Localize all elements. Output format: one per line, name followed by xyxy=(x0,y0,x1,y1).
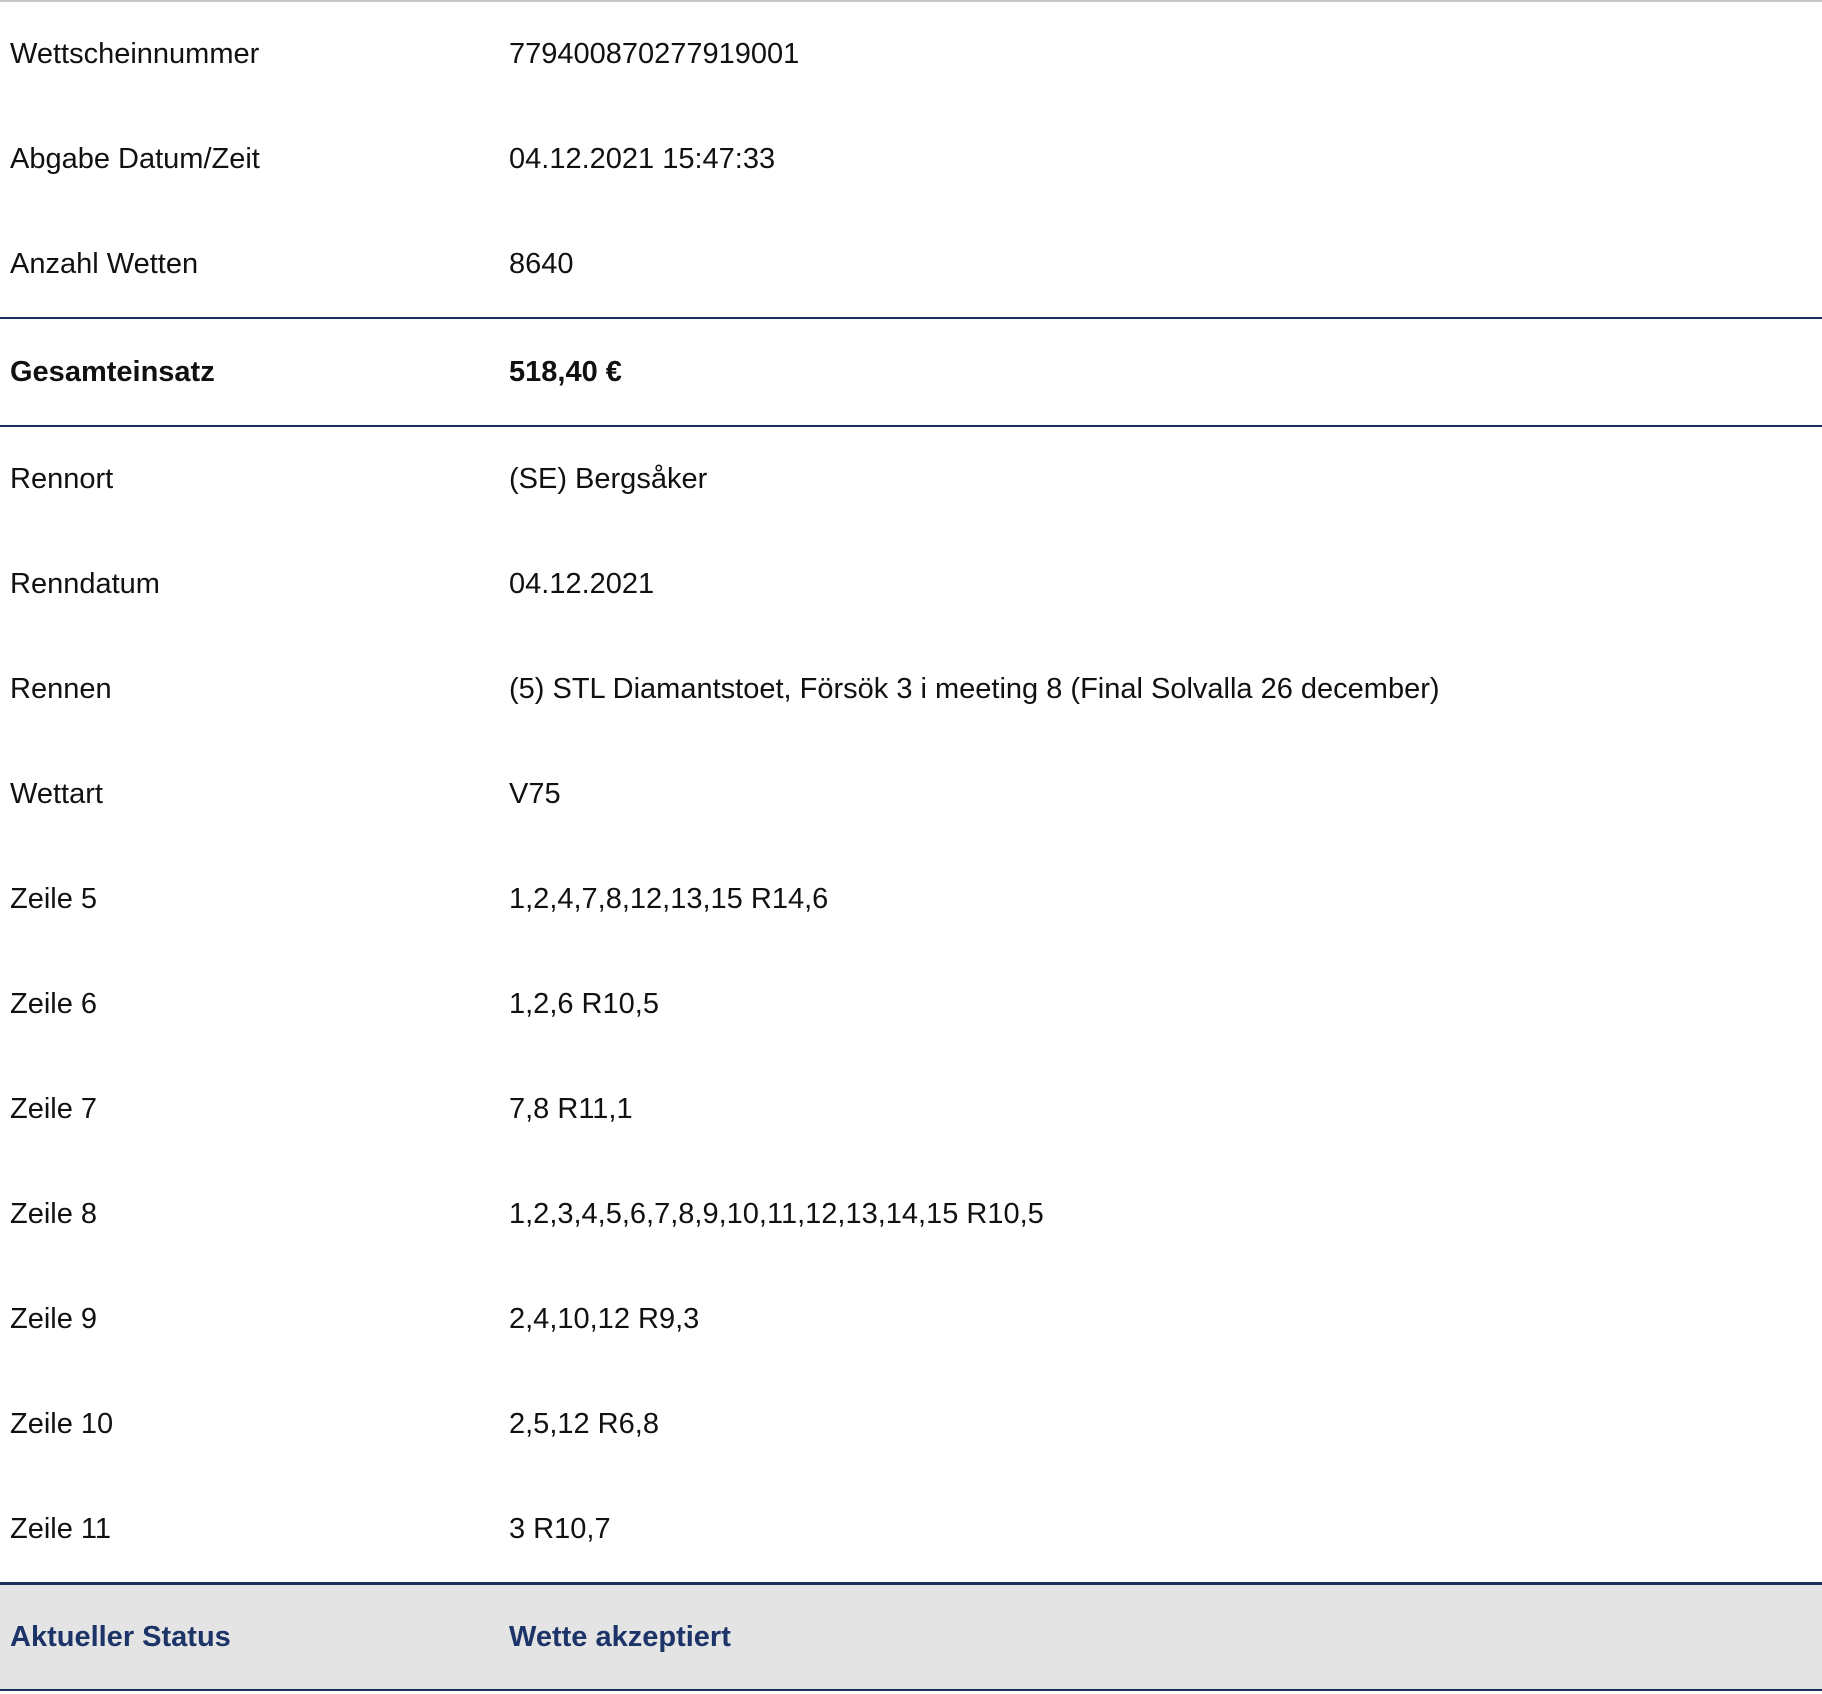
status-badge: Wette akzeptiert xyxy=(509,1620,731,1653)
line-6-value: 1,2,6 R10,5 xyxy=(509,988,659,1020)
total-stake-label: Gesamteinsatz xyxy=(10,355,215,388)
row-line-9: Zeile 9 2,4,10,12 R9,3 xyxy=(0,1267,1822,1372)
ticket-number-label: Wettscheinnummer xyxy=(10,38,260,70)
line-6-label: Zeile 6 xyxy=(10,988,98,1020)
bet-ticket-details: Wettscheinnummer 779400870277919001 Abga… xyxy=(0,2,1822,1691)
total-stake-value: 518,40 € xyxy=(509,355,622,388)
line-9-label: Zeile 9 xyxy=(10,1303,98,1335)
race-date-value: 04.12.2021 xyxy=(509,568,655,600)
line-10-value: 2,5,12 R6,8 xyxy=(509,1408,659,1440)
row-race-date: Renndatum 04.12.2021 xyxy=(0,532,1822,637)
ticket-number-value: 779400870277919001 xyxy=(509,38,800,70)
line-11-value: 3 R10,7 xyxy=(509,1513,611,1545)
line-5-value: 1,2,4,7,8,12,13,15 R14,6 xyxy=(509,883,829,915)
line-5-label: Zeile 5 xyxy=(10,883,98,915)
race-date-label: Renndatum xyxy=(10,568,160,600)
line-7-value: 7,8 R11,1 xyxy=(509,1093,633,1125)
row-bet-count: Anzahl Wetten 8640 xyxy=(0,212,1822,317)
row-line-7: Zeile 7 7,8 R11,1 xyxy=(0,1057,1822,1162)
row-line-5: Zeile 5 1,2,4,7,8,12,13,15 R14,6 xyxy=(0,847,1822,952)
submission-datetime-label: Abgabe Datum/Zeit xyxy=(10,143,260,175)
line-8-value: 1,2,3,4,5,6,7,8,9,10,11,12,13,14,15 R10,… xyxy=(509,1198,1044,1230)
bet-type-value: V75 xyxy=(509,778,561,810)
bet-type-label: Wettart xyxy=(10,778,103,810)
line-9-value: 2,4,10,12 R9,3 xyxy=(509,1303,700,1335)
bet-count-value: 8640 xyxy=(509,248,574,280)
row-total-stake: Gesamteinsatz 518,40 € xyxy=(0,317,1822,427)
row-race: Rennen (5) STL Diamantstoet, Försök 3 i … xyxy=(0,637,1822,742)
row-current-status: Aktueller Status Wette akzeptiert xyxy=(0,1582,1822,1691)
line-10-label: Zeile 10 xyxy=(10,1408,114,1440)
line-11-label: Zeile 11 xyxy=(10,1513,112,1545)
bet-count-label: Anzahl Wetten xyxy=(10,248,199,280)
venue-label: Rennort xyxy=(10,463,114,495)
row-line-11: Zeile 11 3 R10,7 xyxy=(0,1477,1822,1582)
venue-value: (SE) Bergsåker xyxy=(509,463,708,495)
current-status-label: Aktueller Status xyxy=(10,1620,231,1653)
row-line-8: Zeile 8 1,2,3,4,5,6,7,8,9,10,11,12,13,14… xyxy=(0,1162,1822,1267)
row-bet-type: Wettart V75 xyxy=(0,742,1822,847)
race-label: Rennen xyxy=(10,673,112,705)
row-ticket-number: Wettscheinnummer 779400870277919001 xyxy=(0,2,1822,107)
row-venue: Rennort (SE) Bergsåker xyxy=(0,427,1822,532)
line-7-label: Zeile 7 xyxy=(10,1093,98,1125)
row-submission-datetime: Abgabe Datum/Zeit 04.12.2021 15:47:33 xyxy=(0,107,1822,212)
row-line-10: Zeile 10 2,5,12 R6,8 xyxy=(0,1372,1822,1477)
line-8-label: Zeile 8 xyxy=(10,1198,98,1230)
race-value: (5) STL Diamantstoet, Försök 3 i meeting… xyxy=(509,673,1440,705)
row-line-6: Zeile 6 1,2,6 R10,5 xyxy=(0,952,1822,1057)
submission-datetime-value: 04.12.2021 15:47:33 xyxy=(509,143,776,175)
